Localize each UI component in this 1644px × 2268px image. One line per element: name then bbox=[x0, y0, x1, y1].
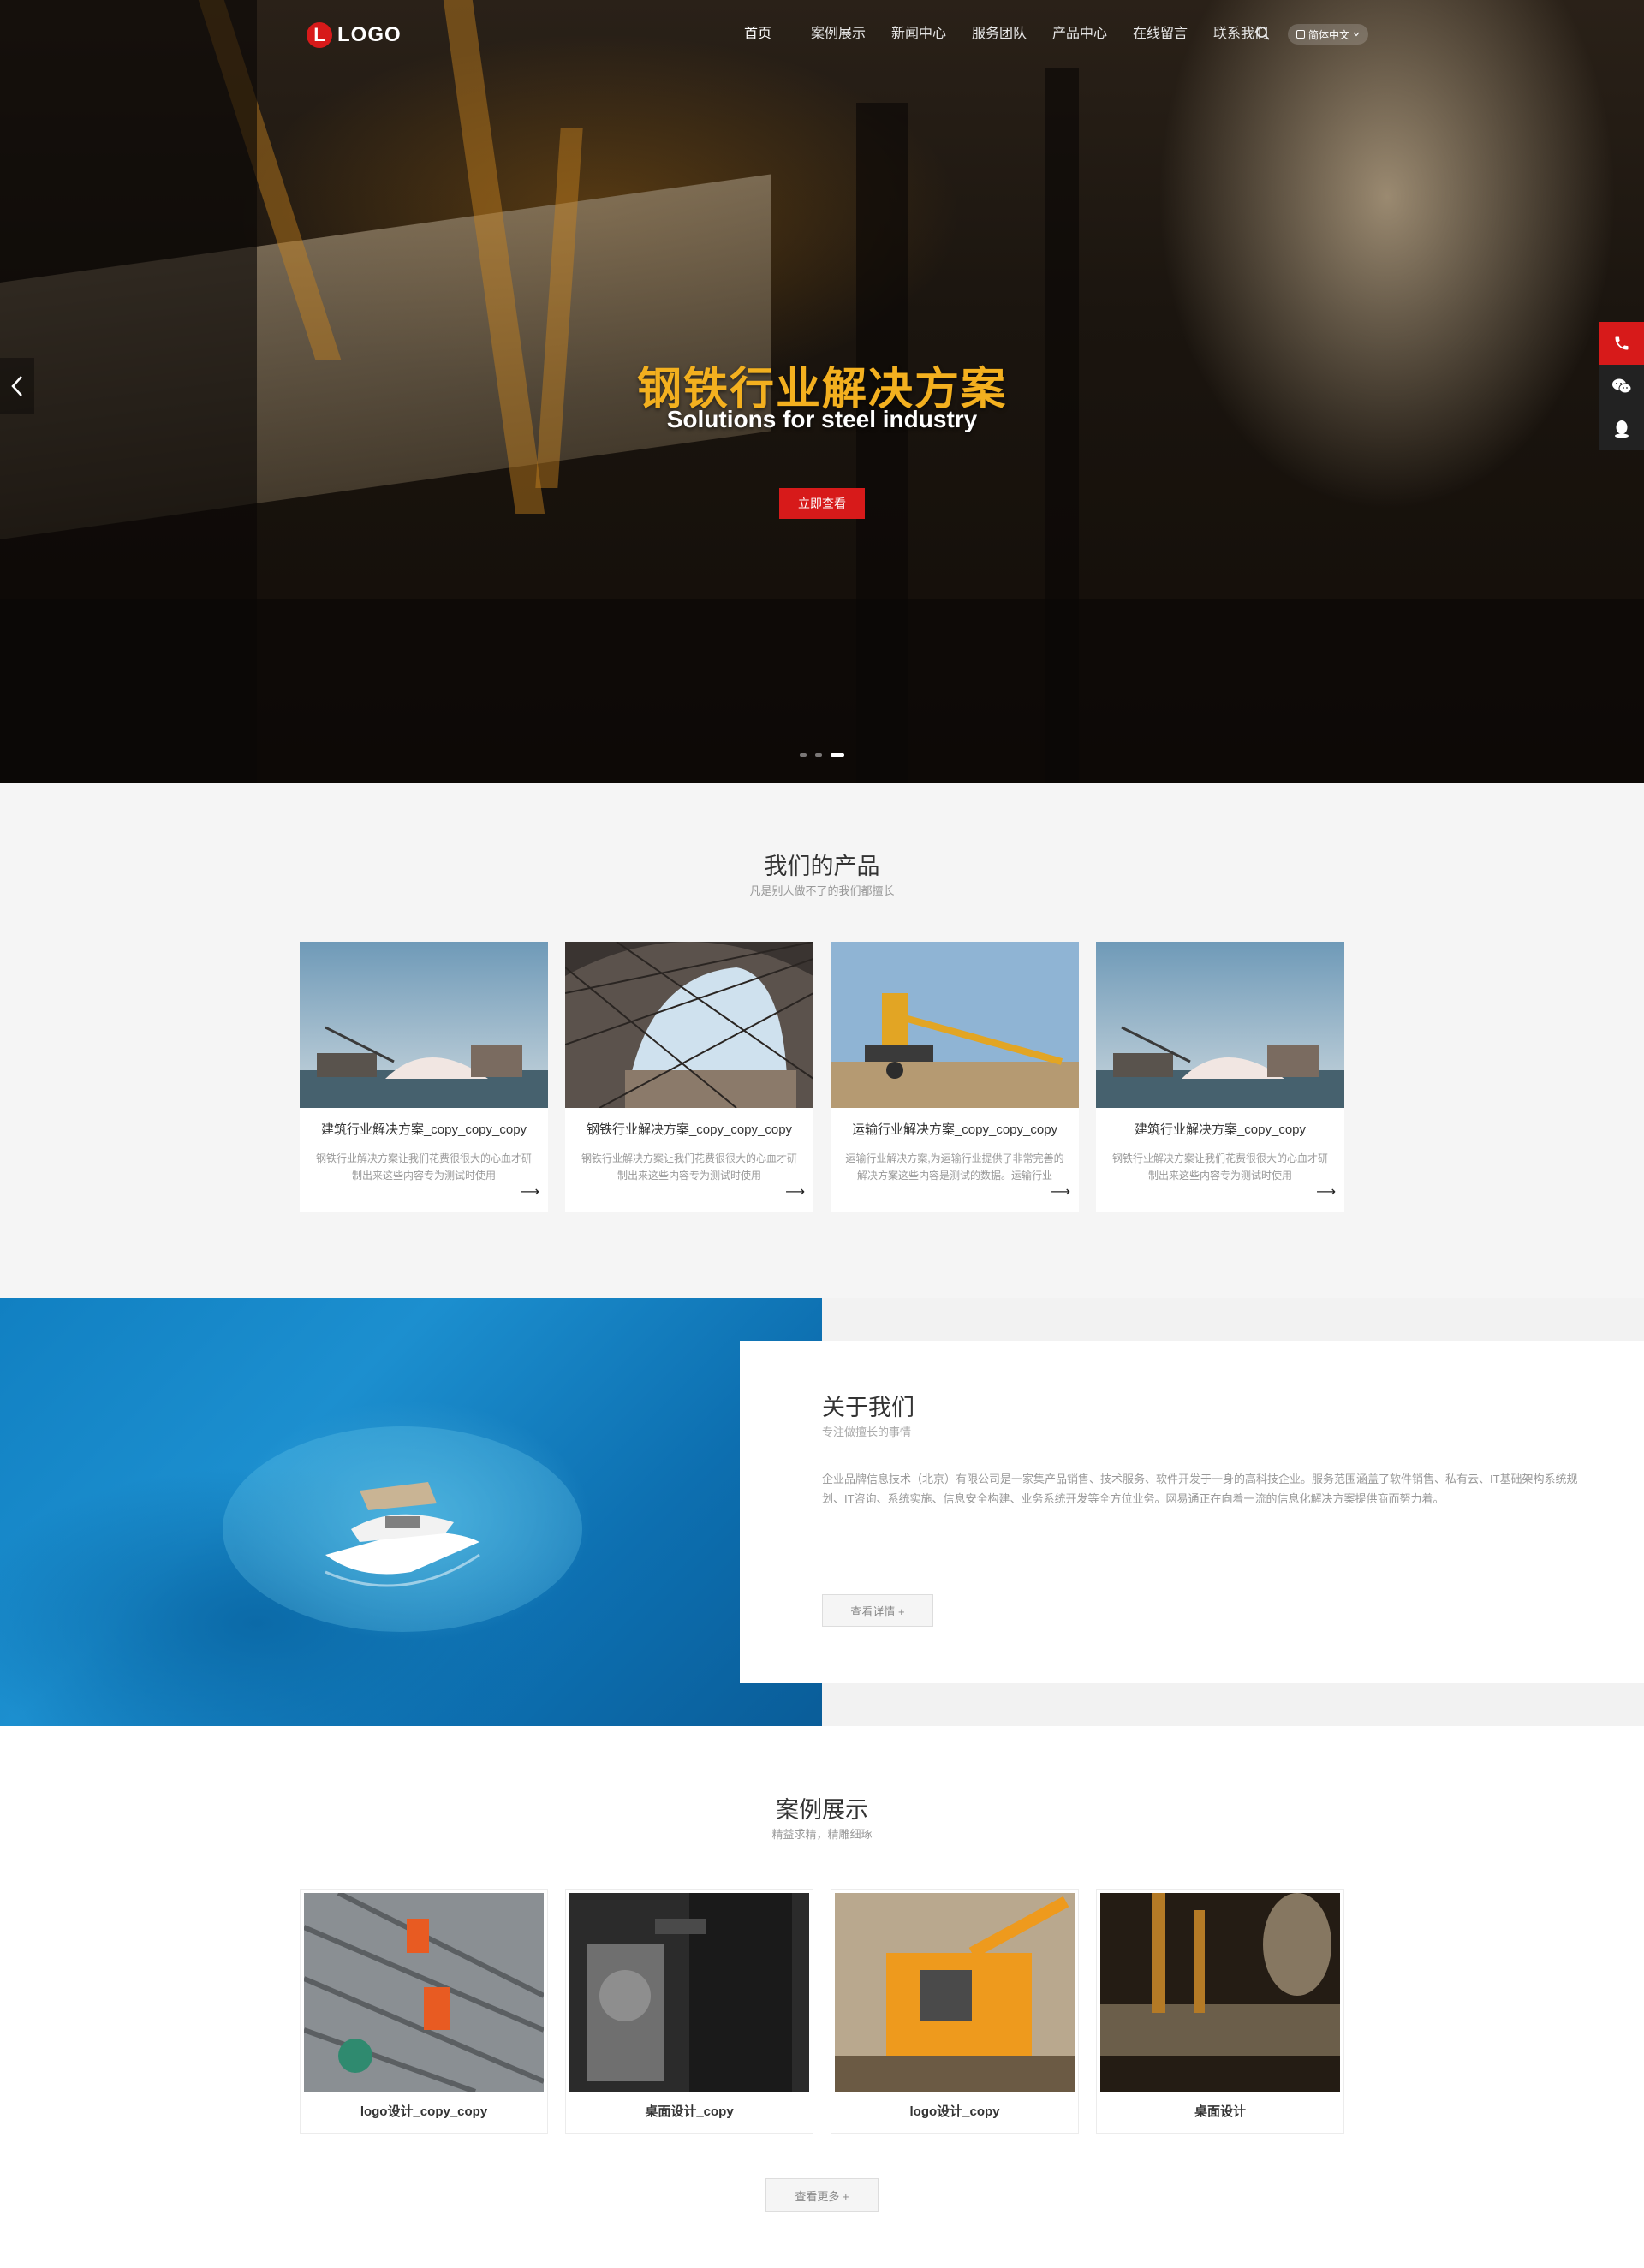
product-card[interactable]: 建筑行业解决方案_copy_copy 钢铁行业解决方案让我们花费很很大的心血才研… bbox=[1096, 942, 1344, 1212]
product-card[interactable]: 运输行业解决方案_copy_copy_copy 运输行业解决方案,为运输行业提供… bbox=[831, 942, 1079, 1212]
cases-title: 案例展示 bbox=[776, 1797, 868, 1823]
arrow-right-icon[interactable]: ⟶ bbox=[1316, 1183, 1336, 1200]
products-subtitle: 凡是别人做不了的我们都擅长 bbox=[749, 884, 895, 897]
main-nav: 首页 案例展示 新闻中心 服务团队 产品中心 在线留言 联系我们 bbox=[718, 24, 1281, 45]
hero-subtitle: Solutions for steel industry bbox=[666, 406, 978, 432]
case-card[interactable]: logo设计_copy bbox=[831, 1889, 1079, 2134]
case-card[interactable]: 桌面设计 bbox=[1096, 1889, 1344, 2134]
product-image bbox=[565, 942, 813, 1108]
wechat-icon bbox=[1612, 378, 1632, 394]
product-desc: 钢铁行业解决方案让我们花费很很大的心血才研制出来这些内容专为测试时使用 bbox=[581, 1152, 797, 1182]
product-card[interactable]: 钢铁行业解决方案_copy_copy_copy 钢铁行业解决方案让我们花费很很大… bbox=[565, 942, 813, 1212]
product-image bbox=[831, 942, 1079, 1108]
case-card[interactable]: logo设计_copy_copy bbox=[300, 1889, 548, 2134]
language-switch[interactable]: 简体中文 bbox=[1288, 24, 1369, 45]
product-desc: 钢铁行业解决方案让我们花费很很大的心血才研制出来这些内容专为测试时使用 bbox=[1111, 1152, 1328, 1182]
product-name: 建筑行业解决方案_copy_copy bbox=[1134, 1122, 1307, 1137]
products-title: 我们的产品 bbox=[764, 854, 880, 879]
case-image bbox=[1100, 1893, 1340, 2092]
logo-mark: L bbox=[307, 22, 332, 48]
chevron-down-icon bbox=[1353, 32, 1360, 37]
case-card[interactable]: 桌面设计_copy bbox=[565, 1889, 813, 2134]
slider-dot-active[interactable] bbox=[831, 753, 844, 757]
nav-item-products[interactable]: 产品中心 bbox=[1039, 24, 1120, 45]
case-name: logo设计_copy_copy bbox=[360, 2104, 488, 2119]
nav-item-cases[interactable]: 案例展示 bbox=[798, 24, 879, 45]
hero-banner: L LOGO 首页 案例展示 新闻中心 服务团队 产品中心 在线留言 联系我们 … bbox=[0, 0, 1644, 783]
about-detail-button[interactable]: 查看详情 + bbox=[822, 1594, 933, 1627]
nav-item-message[interactable]: 在线留言 bbox=[1120, 24, 1200, 45]
boat-illustration bbox=[223, 1426, 582, 1632]
qq-icon bbox=[1615, 420, 1629, 438]
language-label: 简体中文 bbox=[1308, 28, 1350, 41]
qq-button[interactable] bbox=[1599, 408, 1644, 450]
nav-item-team[interactable]: 服务团队 bbox=[959, 24, 1039, 45]
site-logo[interactable]: L LOGO bbox=[307, 22, 402, 48]
product-name: 建筑行业解决方案_copy_copy_copy bbox=[320, 1122, 527, 1137]
nav-item-news[interactable]: 新闻中心 bbox=[879, 24, 959, 45]
case-image bbox=[835, 1893, 1075, 2092]
hero-view-button[interactable]: 立即查看 bbox=[779, 488, 865, 519]
nav-item-home[interactable]: 首页 bbox=[718, 24, 798, 45]
case-image bbox=[304, 1893, 544, 2092]
product-desc: 运输行业解决方案,为运输行业提供了非常完善的解决方案这些内容是测试的数据。运输行… bbox=[845, 1152, 1064, 1182]
view-more-button[interactable]: 查看更多 + bbox=[765, 2178, 879, 2212]
cases-subtitle: 精益求精，精雕细琢 bbox=[771, 1828, 873, 1841]
about-title: 关于我们 bbox=[822, 1395, 914, 1420]
arrow-right-icon[interactable]: ⟶ bbox=[785, 1183, 805, 1200]
about-subtitle: 专注做擅长的事情 bbox=[822, 1426, 912, 1438]
case-name: 桌面设计 bbox=[1194, 2104, 1246, 2119]
product-image bbox=[1096, 942, 1344, 1108]
product-card[interactable]: 建筑行业解决方案_copy_copy_copy 钢铁行业解决方案让我们花费很很大… bbox=[300, 942, 548, 1212]
slider-dot[interactable] bbox=[815, 753, 822, 757]
about-text: 企业品牌信息技术（北京）有限公司是一家集产品销售、技术服务、软件开发于一身的高科… bbox=[822, 1473, 1578, 1505]
about-image bbox=[0, 1298, 822, 1726]
phone-button[interactable] bbox=[1599, 322, 1644, 365]
slider-dot[interactable] bbox=[800, 753, 807, 757]
translate-icon bbox=[1296, 30, 1305, 39]
about-panel: 关于我们 专注做擅长的事情 企业品牌信息技术（北京）有限公司是一家集产品销售、技… bbox=[740, 1341, 1644, 1683]
product-name: 钢铁行业解决方案_copy_copy_copy bbox=[586, 1122, 793, 1137]
arrow-right-icon[interactable]: ⟶ bbox=[1051, 1183, 1070, 1200]
case-name: 桌面设计_copy bbox=[645, 2104, 734, 2119]
product-name: 运输行业解决方案_copy_copy_copy bbox=[851, 1122, 1058, 1137]
phone-icon bbox=[1615, 336, 1629, 350]
search-icon[interactable] bbox=[1255, 26, 1271, 41]
products-section: 我们的产品 凡是别人做不了的我们都擅长 建筑行业解决方案_copy_copy_c… bbox=[0, 783, 1644, 1298]
arrow-right-icon[interactable]: ⟶ bbox=[520, 1183, 539, 1200]
cases-section: 案例展示 精益求精，精雕细琢 logo设计_copy_copy 桌面设计_cop… bbox=[0, 1726, 1644, 2268]
floating-contact-bar bbox=[1599, 322, 1644, 450]
case-name: logo设计_copy bbox=[909, 2104, 1000, 2119]
logo-text: LOGO bbox=[337, 23, 402, 46]
product-desc: 钢铁行业解决方案让我们花费很很大的心血才研制出来这些内容专为测试时使用 bbox=[315, 1152, 532, 1182]
product-image bbox=[300, 942, 548, 1108]
case-image bbox=[569, 1893, 809, 2092]
wechat-button[interactable] bbox=[1599, 365, 1644, 408]
slider-dots bbox=[800, 753, 844, 757]
